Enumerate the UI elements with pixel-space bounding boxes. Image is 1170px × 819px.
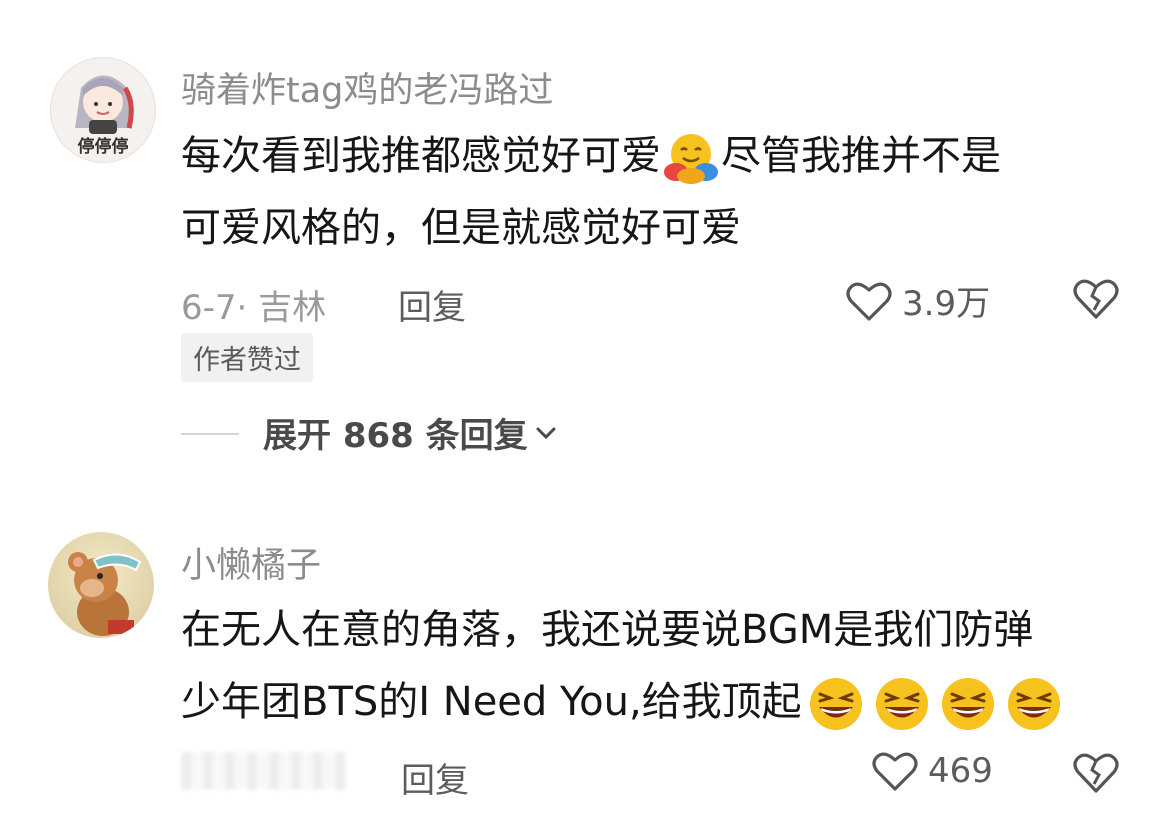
like-count: 3.9万	[902, 284, 991, 324]
heart-icon	[872, 752, 918, 791]
reply-button[interactable]: 回复	[398, 280, 466, 329]
grimacing-laugh-face-icon	[941, 678, 994, 730]
comment-date-location	[181, 752, 346, 790]
divider	[181, 433, 239, 435]
chevron-down-icon	[536, 427, 556, 439]
jerry-mouse-avatar-icon	[68, 552, 142, 636]
grimacing-laugh-face-icon	[1007, 678, 1060, 730]
like-button[interactable]: 469	[872, 750, 993, 792]
dislike-button[interactable]	[1072, 276, 1120, 324]
emoji-row	[802, 678, 1064, 730]
broken-heart-icon	[1073, 753, 1119, 793]
grimacing-laugh-face-icon	[875, 678, 928, 730]
avatar[interactable]	[48, 532, 154, 638]
comment-text-part: 少年团BTS的I Need You,给我顶起	[181, 679, 802, 725]
avatar[interactable]: 停停停	[50, 57, 156, 163]
author-liked-badge: 作者赞过	[181, 333, 313, 382]
comment-text: 每次看到我推都感觉好可爱 尽管我推并不是 可爱风格的，但是就感觉好可爱	[181, 120, 1001, 264]
comment-username[interactable]: 小懒橘子	[181, 537, 321, 588]
comment-text: 在无人在意的角落，我还说要说BGM是我们防弹 少年团BTS的I Need You…	[181, 594, 1064, 738]
like-button[interactable]: 3.9万	[846, 276, 990, 325]
dislike-button[interactable]	[1072, 750, 1120, 798]
comment-date-location: 6-7· 吉林	[181, 288, 327, 328]
avatar-caption: 停停停	[77, 137, 129, 157]
comment-text-part: 尽管我推并不是	[721, 133, 1001, 179]
heart-icon	[846, 282, 892, 321]
comment-text-part: 可爱风格的，但是就感觉好可爱	[181, 205, 741, 251]
grimacing-laugh-face-icon	[809, 678, 862, 730]
reply-button[interactable]: 回复	[401, 753, 469, 802]
expand-replies-button[interactable]: 展开 868 条回复	[263, 408, 558, 457]
comment-text-part: 每次看到我推都感觉好可爱	[181, 133, 661, 179]
comment-text-part: 在无人在意的角落，我还说要说BGM是我们防弹	[181, 607, 1034, 653]
hugging-face-icon	[664, 134, 718, 184]
broken-heart-icon	[1073, 279, 1119, 319]
comment-username[interactable]: 骑着炸tag鸡的老冯路过	[181, 62, 553, 113]
expand-replies-label: 展开 868 条回复	[263, 416, 528, 456]
like-count: 469	[928, 751, 993, 791]
